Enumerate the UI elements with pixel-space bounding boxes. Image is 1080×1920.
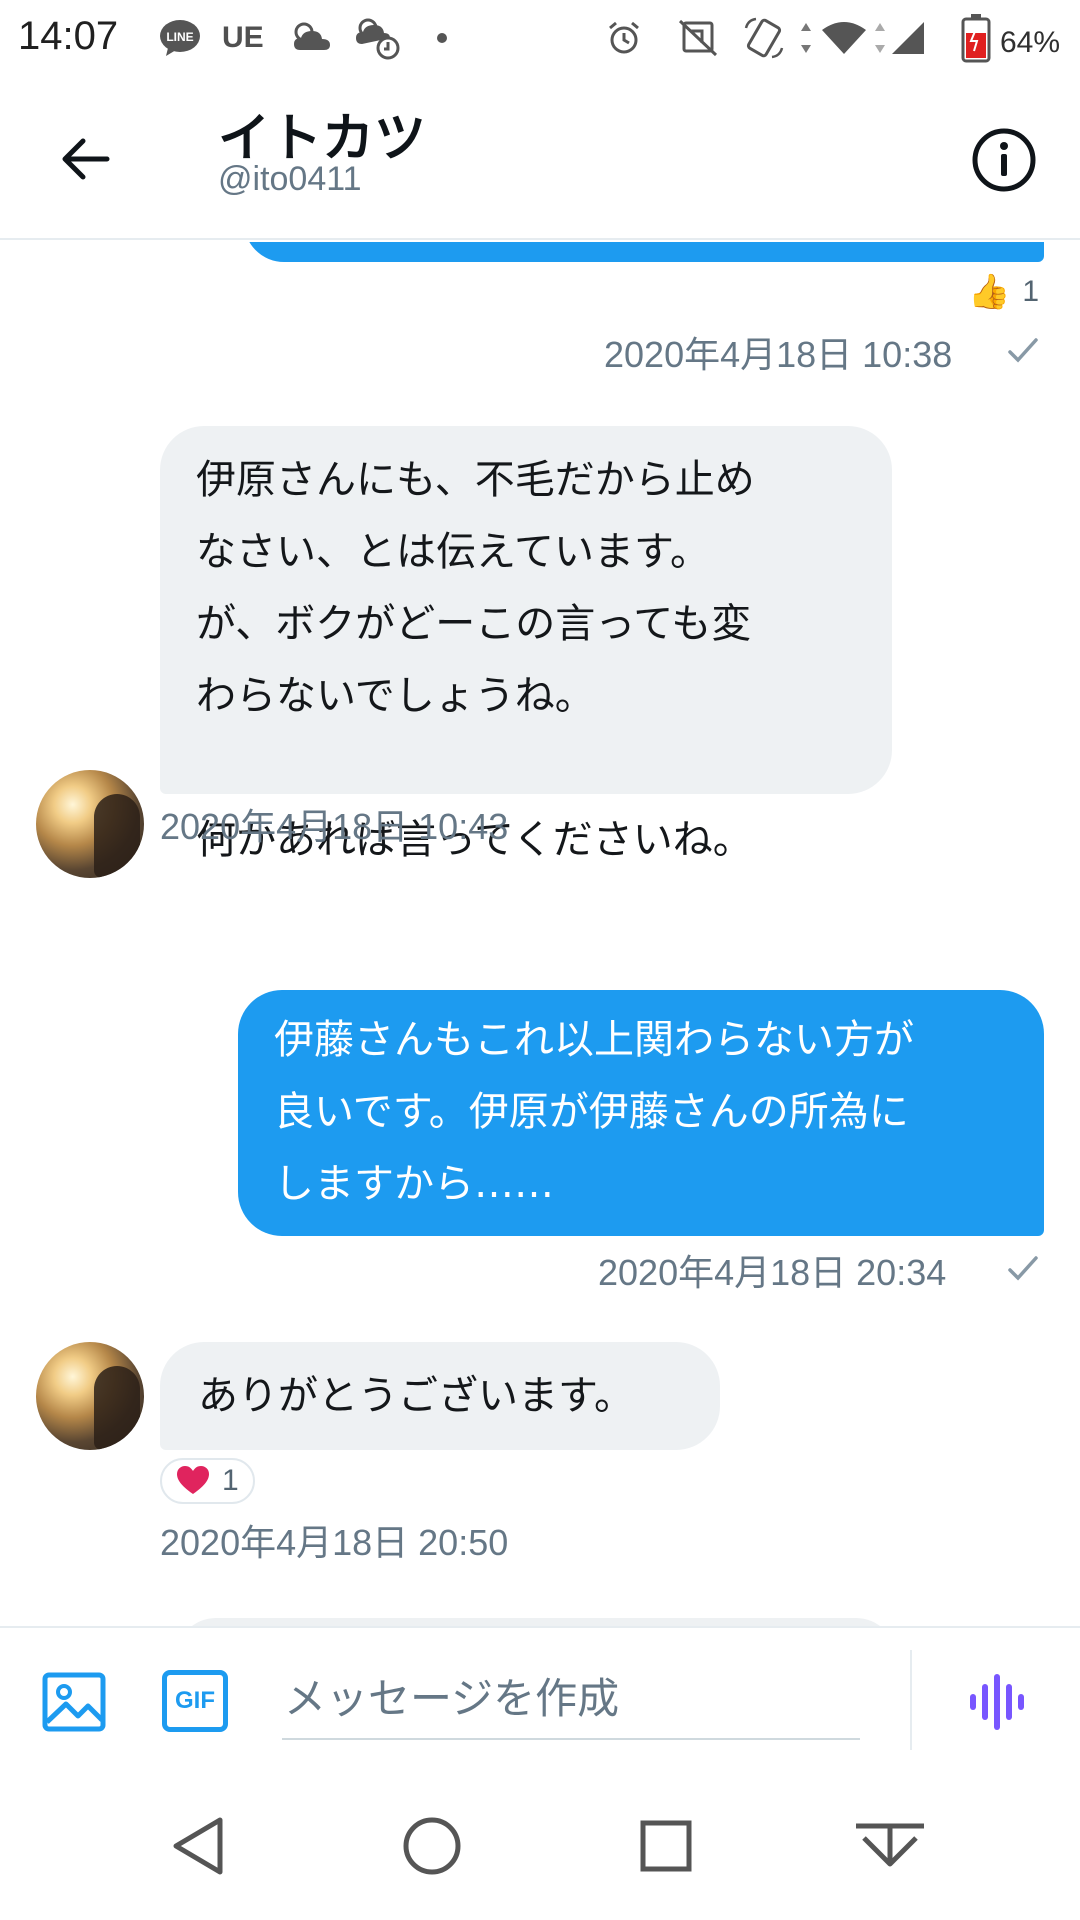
hide-nav-icon: [856, 1823, 924, 1867]
message-bubble-incoming[interactable]: [176, 1618, 896, 1626]
nav-recents-button[interactable]: [626, 1806, 706, 1886]
info-icon: [972, 128, 1036, 192]
info-button[interactable]: [968, 124, 1040, 196]
read-check-icon: [1008, 338, 1038, 363]
message-bubble-outgoing[interactable]: 伊藤さんもこれ以上関わらない方が 良いです。伊原が伊藤さんの所為に しますから……: [238, 990, 1044, 1236]
system-nav-bar: [0, 1772, 1080, 1920]
battery-icon: [958, 14, 994, 63]
wifi-icon: [818, 14, 870, 62]
data-arrows-icon: [796, 14, 816, 62]
message-timestamp: 2020年4月18日 20:50: [160, 1522, 509, 1563]
message-list[interactable]: 👍 1 2020年4月18日 10:38 伊原さんにも、不毛だから止め なさい、…: [0, 242, 1080, 1626]
read-check-icon: [1008, 1256, 1038, 1281]
message-reaction[interactable]: 1: [160, 1458, 255, 1504]
message-timestamp: 2020年4月18日 10:43: [160, 806, 509, 847]
message-input[interactable]: [282, 1658, 860, 1740]
message-timestamp: 2020年4月18日 10:38: [604, 334, 953, 375]
message-reaction[interactable]: 👍 1: [968, 272, 1039, 312]
reaction-count: 1: [1022, 275, 1040, 308]
circle-home-icon: [403, 1817, 461, 1875]
rotate-icon: [738, 14, 790, 62]
line-icon: LINE: [156, 14, 204, 62]
cast-off-icon: [674, 14, 722, 62]
svg-text:LINE: LINE: [166, 30, 193, 44]
cloud-sync-icon: [352, 14, 404, 62]
nav-home-button[interactable]: [392, 1806, 472, 1886]
cloud-icon: [288, 14, 336, 62]
image-icon[interactable]: [42, 1670, 106, 1734]
voice-message-icon[interactable]: [966, 1672, 1026, 1732]
thumbs-up-icon: 👍: [968, 273, 1011, 311]
avatar[interactable]: [36, 1342, 144, 1450]
message-timestamp: 2020年4月18日 20:34: [598, 1252, 947, 1293]
triangle-back-icon: [173, 1817, 223, 1875]
gif-button[interactable]: GIF: [162, 1670, 228, 1732]
composer-divider: [910, 1650, 912, 1750]
status-bar: 14:07 LINE UE 64%: [0, 0, 1080, 80]
arrow-left-icon: [62, 138, 110, 180]
square-recents-icon: [640, 1820, 692, 1872]
nav-hide-button[interactable]: [850, 1806, 930, 1886]
reaction-count: 1: [222, 1464, 239, 1497]
battery-percent: 64%: [1000, 26, 1061, 59]
message-bubble-outgoing[interactable]: [244, 242, 1044, 262]
message-bubble-incoming[interactable]: 伊原さんにも、不毛だから止め なさい、とは伝えています。 が、ボクがどーこの言っ…: [160, 426, 892, 863]
status-time: 14:07: [18, 14, 119, 58]
contact-handle: @ito0411: [218, 160, 362, 198]
alarm-icon: [602, 14, 646, 62]
heart-icon: [177, 1466, 209, 1494]
signal-arrows-icon: [870, 14, 890, 62]
notification-ue-text: UE: [222, 21, 264, 54]
nav-back-button[interactable]: [158, 1806, 238, 1886]
message-composer: GIF: [0, 1626, 1080, 1772]
back-button[interactable]: [50, 124, 120, 194]
message-bubble-incoming[interactable]: ありがとうございます。: [160, 1342, 720, 1450]
dot-icon: [432, 14, 452, 62]
signal-icon: [888, 14, 928, 62]
avatar[interactable]: [36, 770, 144, 878]
conversation-header: イトカツ @ito0411: [0, 80, 1080, 240]
